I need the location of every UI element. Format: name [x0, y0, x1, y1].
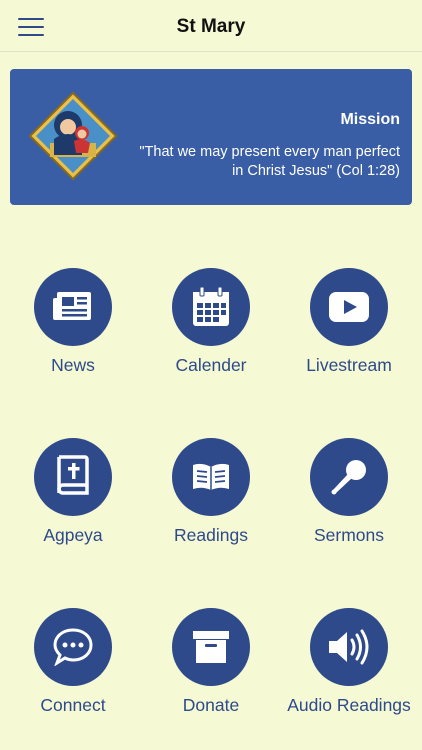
microphone-icon: [310, 438, 388, 516]
tile-audio-readings[interactable]: Audio Readings: [279, 608, 419, 716]
mission-quote: "That we may present every man perfect i…: [139, 144, 400, 179]
play-icon: [310, 268, 388, 346]
tile-label-audio-readings: Audio Readings: [287, 695, 411, 715]
speaker-icon: [310, 608, 388, 686]
tile-donate[interactable]: Donate: [141, 608, 281, 716]
calendar-icon: [172, 268, 250, 346]
tile-calender[interactable]: Calender: [141, 268, 281, 376]
tile-label-livestream: Livestream: [306, 355, 392, 375]
tile-news[interactable]: News: [3, 268, 143, 376]
tile-sermons[interactable]: Sermons: [279, 438, 419, 546]
tile-readings[interactable]: Readings: [141, 438, 281, 546]
newspaper-icon: [34, 268, 112, 346]
chat-bubble-icon: [34, 608, 112, 686]
bible-icon: [34, 438, 112, 516]
tile-agpeya[interactable]: Agpeya: [3, 438, 143, 546]
page-title: St Mary: [176, 16, 246, 37]
tile-label-readings: Readings: [174, 525, 248, 545]
tile-label-sermons: Sermons: [313, 525, 385, 545]
tile-label-news: News: [51, 355, 95, 375]
tile-label-connect: Connect: [40, 695, 106, 715]
open-book-icon: [172, 438, 250, 516]
tile-connect[interactable]: Connect: [3, 608, 143, 716]
tile-livestream[interactable]: Livestream: [279, 268, 419, 376]
tile-label-calender: Calender: [175, 355, 247, 375]
nav-bar: St Mary: [0, 0, 422, 52]
tile-label-donate: Donate: [182, 695, 240, 715]
mission-banner: Mission "That we may present every man p…: [10, 69, 412, 205]
tile-label-agpeya: Agpeya: [43, 525, 103, 545]
st-mary-icon-logo: [28, 91, 118, 181]
archive-box-icon: [172, 608, 250, 686]
mission-title: Mission: [340, 111, 400, 128]
